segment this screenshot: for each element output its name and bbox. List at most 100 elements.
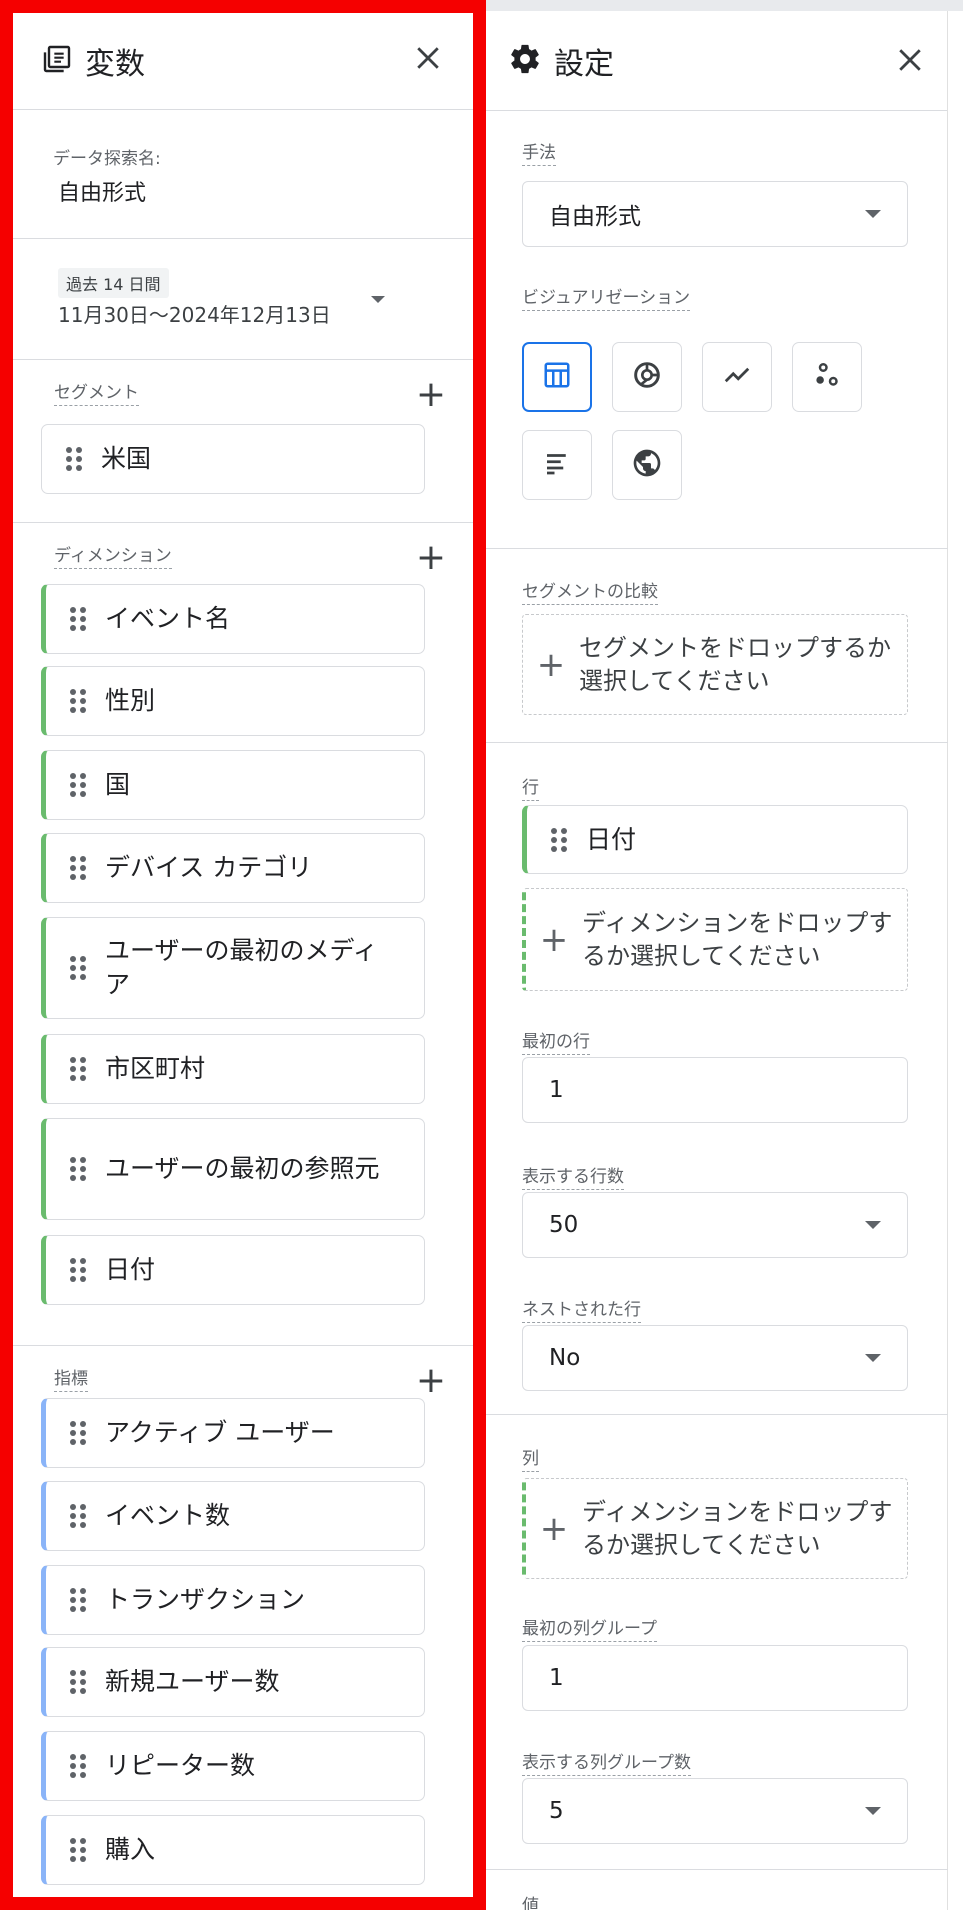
- drag-handle-icon[interactable]: [70, 1421, 86, 1445]
- plus-icon: +: [539, 919, 569, 960]
- dimension-chip[interactable]: 市区町村: [41, 1034, 425, 1104]
- dropdown-arrow-icon: [865, 1354, 881, 1362]
- drag-handle-icon[interactable]: [551, 827, 567, 852]
- technique-label: 手法: [522, 143, 556, 166]
- close-icon[interactable]: [887, 37, 933, 83]
- close-icon[interactable]: [405, 35, 451, 81]
- viz-line-button[interactable]: [702, 342, 772, 412]
- drag-handle-icon[interactable]: [70, 856, 86, 880]
- col-groups-shown-select[interactable]: 5: [522, 1778, 908, 1844]
- segment-chip[interactable]: 米国: [41, 424, 425, 494]
- first-col-group-label: 最初の列グループ: [522, 1619, 657, 1642]
- dimension-chip[interactable]: デバイス カテゴリ: [41, 833, 425, 903]
- metric-chip-label: リピーター数: [105, 1751, 256, 1780]
- row-dimension-label: 日付: [586, 824, 637, 854]
- plus-icon: +: [539, 1508, 569, 1549]
- technique-value: 自由形式: [549, 204, 641, 230]
- variables-title: 変数: [85, 47, 145, 82]
- exploration-name-value[interactable]: 自由形式: [58, 175, 146, 207]
- dimension-chip[interactable]: ユーザーの最初の参照元: [41, 1118, 425, 1220]
- exploration-name-section: データ探索名: 自由形式: [13, 111, 473, 239]
- dimension-chip[interactable]: 日付: [41, 1235, 425, 1305]
- metric-chip[interactable]: リピーター数: [41, 1731, 425, 1801]
- dimension-chip[interactable]: ユーザーの最初のメディア: [41, 917, 425, 1019]
- metric-chip[interactable]: 購入: [41, 1815, 425, 1885]
- dropdown-arrow-icon: [865, 1221, 881, 1229]
- column-drop-zone[interactable]: + ディメンションをドロップするか選択してください: [522, 1478, 908, 1579]
- first-col-group-input[interactable]: 1: [522, 1645, 908, 1711]
- dimension-chip-label: ユーザーの最初の参照元: [105, 1154, 380, 1183]
- row-drop-zone[interactable]: + ディメンションをドロップするか選択してください: [522, 888, 908, 991]
- dimension-chip-label: 日付: [105, 1255, 156, 1284]
- drag-handle-icon[interactable]: [70, 1838, 86, 1862]
- metric-chip-label: 購入: [105, 1835, 156, 1864]
- metric-chip[interactable]: 新規ユーザー数: [41, 1647, 425, 1717]
- col-groups-shown-label: 表示する列グループ数: [522, 1753, 691, 1776]
- table-icon: [542, 360, 572, 394]
- metric-chip[interactable]: イベント数: [41, 1481, 425, 1551]
- divider: [486, 548, 948, 549]
- add-metric-button[interactable]: +: [411, 1363, 451, 1403]
- drag-handle-icon[interactable]: [70, 1588, 86, 1612]
- segments-label: セグメント: [54, 383, 139, 406]
- visualization-label: ビジュアリゼーション: [522, 288, 691, 311]
- variables-icon: [41, 43, 73, 79]
- dimensions-label: ディメンション: [54, 546, 172, 569]
- viz-bar-button[interactable]: [522, 430, 592, 500]
- rows-label: 行: [522, 778, 539, 801]
- column-drop-text: ディメンションをドロップするか選択してください: [582, 1497, 893, 1559]
- dimension-chip[interactable]: 性別: [41, 666, 425, 736]
- dimension-chip-label: ユーザーの最初のメディア: [105, 936, 378, 999]
- row-dimension-chip[interactable]: 日付: [522, 805, 908, 874]
- divider: [486, 1869, 948, 1870]
- dimension-chip-label: 性別: [105, 686, 156, 715]
- columns-label: 列: [522, 1449, 539, 1472]
- nested-rows-value: No: [549, 1345, 581, 1371]
- drag-handle-icon[interactable]: [70, 1157, 86, 1181]
- bar-chart-icon: [542, 448, 572, 482]
- drag-handle-icon[interactable]: [70, 956, 86, 980]
- technique-select[interactable]: 自由形式: [522, 181, 908, 247]
- rows-shown-select[interactable]: 50: [522, 1192, 908, 1258]
- drag-handle-icon[interactable]: [70, 689, 86, 713]
- dimension-chip[interactable]: 国: [41, 750, 425, 820]
- segment-drop-zone[interactable]: + セグメントをドロップするか選択してください: [522, 614, 908, 715]
- add-segment-button[interactable]: +: [411, 377, 451, 417]
- viz-donut-button[interactable]: [612, 342, 682, 412]
- dimension-chip[interactable]: イベント名: [41, 584, 425, 654]
- rows-shown-value: 50: [549, 1212, 579, 1238]
- dimension-chip-label: 国: [105, 770, 131, 799]
- metric-chip[interactable]: トランザクション: [41, 1565, 425, 1635]
- drag-handle-icon[interactable]: [70, 1258, 86, 1282]
- metric-chip-label: アクティブ ユーザー: [105, 1418, 335, 1447]
- drag-handle-icon[interactable]: [70, 1754, 86, 1778]
- viz-table-button[interactable]: [522, 342, 592, 412]
- metric-chip[interactable]: アクティブ ユーザー: [41, 1398, 425, 1468]
- scatter-plot-icon: [812, 360, 842, 394]
- first-row-input[interactable]: 1: [522, 1057, 908, 1123]
- drag-handle-icon[interactable]: [70, 607, 86, 631]
- viz-geo-button[interactable]: [612, 430, 682, 500]
- segment-compare-label: セグメントの比較: [522, 582, 658, 605]
- col-groups-shown-value: 5: [549, 1798, 564, 1824]
- gear-icon: [508, 42, 542, 80]
- drag-handle-icon[interactable]: [70, 1670, 86, 1694]
- drag-handle-icon[interactable]: [70, 1057, 86, 1081]
- settings-header: 設定: [486, 11, 947, 111]
- drag-handle-icon[interactable]: [70, 773, 86, 797]
- metric-chip-label: イベント数: [105, 1501, 231, 1530]
- row-drop-text: ディメンションをドロップするか選択してください: [582, 908, 893, 970]
- metrics-label: 指標: [54, 1369, 88, 1392]
- nested-rows-label: ネストされた行: [522, 1300, 641, 1323]
- viz-scatter-button[interactable]: [792, 342, 862, 412]
- variables-panel: 変数 データ探索名: 自由形式 過去 14 日間 11月30日～2024年12月…: [0, 0, 486, 1910]
- drag-handle-icon[interactable]: [66, 447, 82, 471]
- nested-rows-select[interactable]: No: [522, 1325, 908, 1391]
- values-label: 値: [522, 1896, 539, 1910]
- add-dimension-button[interactable]: +: [411, 540, 451, 580]
- date-range-selector[interactable]: 過去 14 日間 11月30日～2024年12月13日: [13, 240, 473, 360]
- dimension-chip-label: 市区町村: [105, 1054, 206, 1083]
- right-edge: [948, 11, 963, 1910]
- drag-handle-icon[interactable]: [70, 1504, 86, 1528]
- exploration-name-label: データ探索名:: [53, 149, 161, 169]
